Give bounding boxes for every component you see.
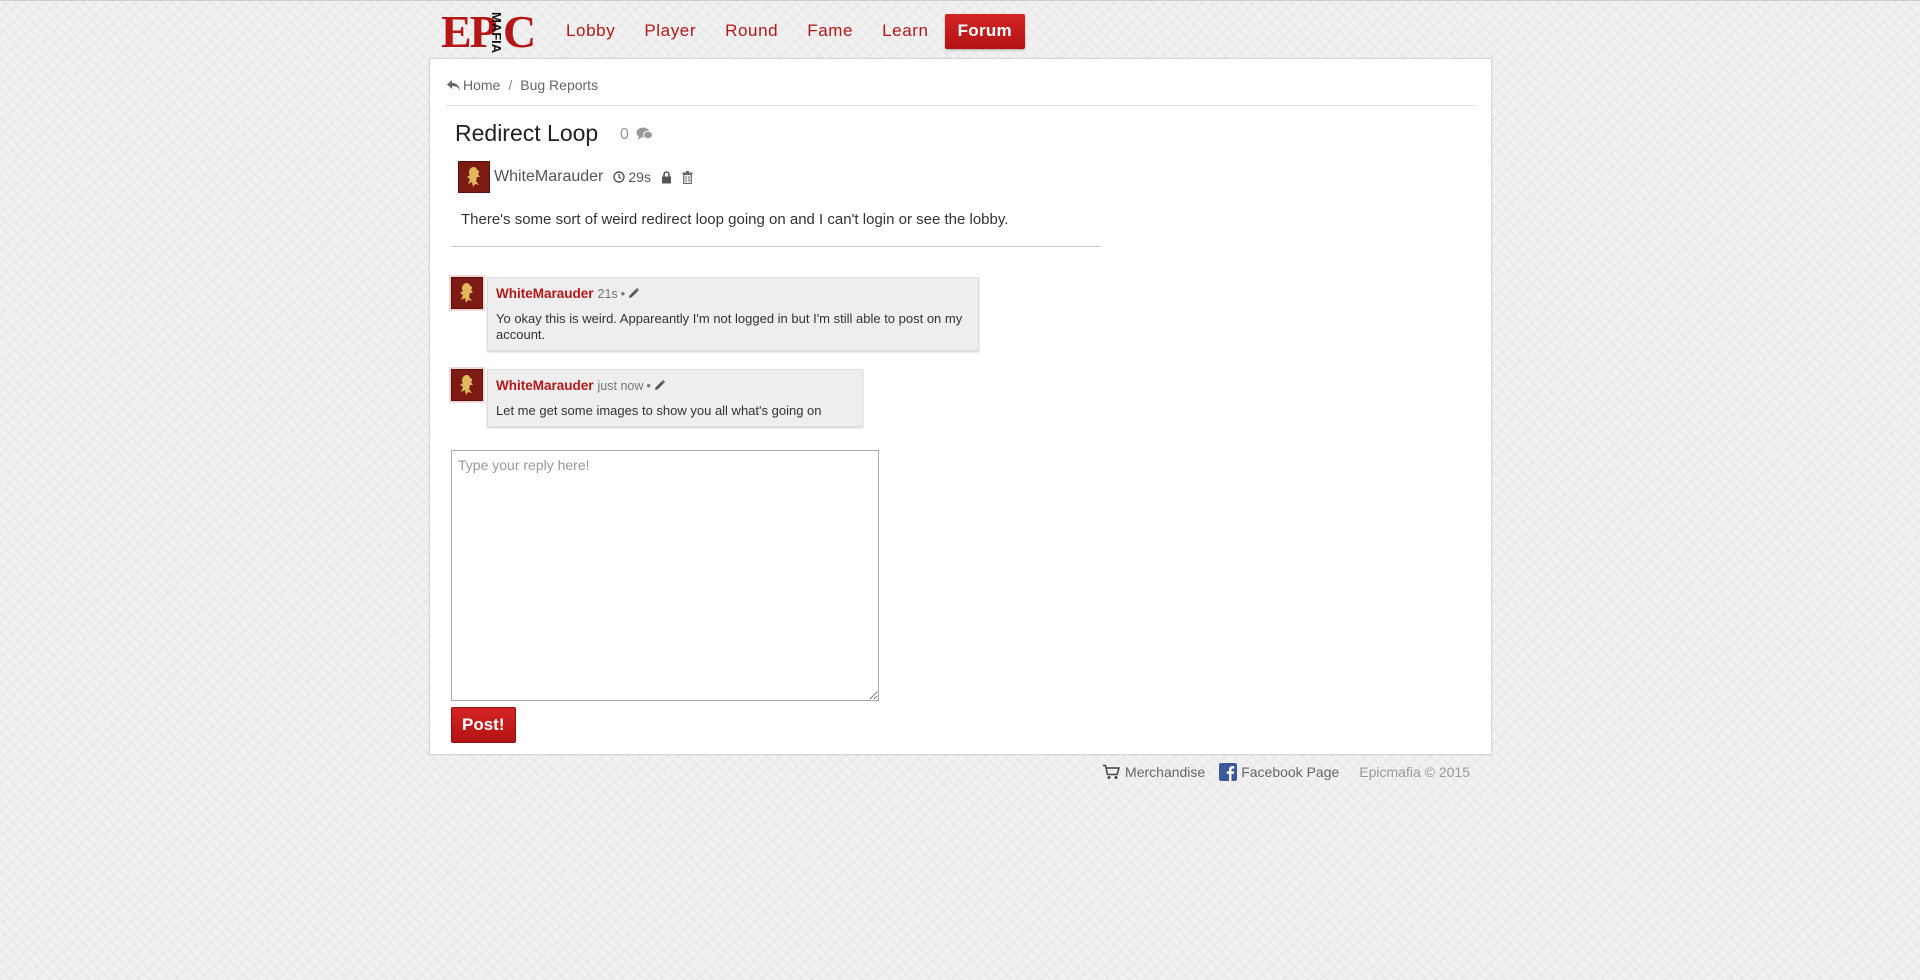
comment-author[interactable]: WhiteMarauder (496, 286, 594, 301)
epicmafia-logo[interactable]: EP MAFIA C (441, 6, 536, 57)
merchandise-link[interactable]: Merchandise (1102, 764, 1205, 780)
comment-time: just now (597, 379, 644, 393)
comment-text: Yo okay this is weird. Appareantly I'm n… (496, 311, 963, 342)
edit-comment-button[interactable] (654, 379, 665, 394)
comment-text: Let me get some images to show you all w… (496, 403, 822, 418)
comment-header: WhiteMarauder just now • (496, 378, 854, 394)
comment-bubble: WhiteMarauder just now • Let me get some i… (487, 369, 863, 427)
comment-time: 21s (597, 287, 618, 301)
comment-bubble: WhiteMarauder 21s • Yo okay this is weird.… (487, 277, 979, 351)
author-avatar[interactable] (458, 161, 490, 193)
logo-c: C (503, 6, 536, 57)
reply-textarea[interactable] (451, 450, 879, 701)
comment-author[interactable]: WhiteMarauder (496, 378, 594, 393)
breadcrumb-separator: / (508, 77, 513, 93)
thread-title: Redirect Loop (455, 120, 599, 146)
edit-comment-button[interactable] (628, 287, 640, 302)
home-back-icon[interactable] (446, 79, 461, 95)
cart-icon (1103, 764, 1121, 779)
comments-icon (636, 127, 654, 140)
comment-count-value: 0 (620, 126, 629, 143)
breadcrumb-bug-reports[interactable]: Bug Reports (520, 77, 598, 93)
delete-button[interactable] (682, 170, 693, 184)
clock-icon (613, 171, 626, 183)
breadcrumb-home[interactable]: Home (463, 77, 500, 93)
comment-separator: • (620, 286, 626, 301)
nav-forum[interactable]: Forum (944, 14, 1025, 49)
lock-icon (661, 170, 671, 183)
pencil-icon (654, 380, 665, 390)
copyright: Epicmafia © 2015 (1359, 764, 1470, 780)
forum-panel: Home / Bug Reports Redirect Loop 0 WhiteMa… (429, 58, 1492, 755)
lion-avatar-icon (460, 374, 473, 395)
top-bar: EP MAFIA C Lobby Player Round Fame Learn… (429, 0, 1492, 58)
comment-separator: • (646, 378, 651, 393)
facebook-link[interactable]: Facebook Page (1219, 763, 1339, 781)
thread-body: There's some sort of weird redirect loop… (461, 211, 1009, 228)
facebook-icon (1219, 763, 1238, 781)
comment-item: WhiteMarauder just now • Let me get some i… (451, 369, 863, 427)
trash-icon (682, 170, 693, 184)
pencil-icon (629, 288, 640, 298)
nav-round[interactable]: Round (712, 14, 791, 49)
facebook-label: Facebook Page (1241, 764, 1340, 780)
nav-fame[interactable]: Fame (794, 14, 866, 49)
breadcrumb: Home / Bug Reports (446, 77, 1476, 106)
logo-mafia: MAFIA (489, 12, 504, 54)
footer: Merchandise Facebook Page Epicmafia © 20… (1088, 763, 1470, 781)
merchandise-label: Merchandise (1125, 764, 1206, 780)
lock-button[interactable] (661, 170, 672, 184)
nav-lobby[interactable]: Lobby (553, 14, 628, 49)
comment-count: 0 (620, 126, 654, 144)
nav-learn[interactable]: Learn (869, 14, 941, 49)
thread-time-value: 29s (628, 169, 651, 185)
page-wrapper: EP MAFIA C Lobby Player Round Fame Learn… (429, 0, 1492, 781)
lion-avatar-icon (467, 166, 480, 187)
thread-divider (451, 246, 1101, 247)
thread-time: 29s (613, 169, 651, 185)
comment-avatar[interactable] (451, 369, 483, 401)
main-nav: Lobby Player Round Fame Learn Forum (553, 14, 1028, 49)
nav-player[interactable]: Player (631, 14, 709, 49)
post-button[interactable]: Post! (451, 707, 516, 743)
comment-avatar[interactable] (451, 277, 483, 309)
thread-meta: WhiteMarauder 29s (458, 161, 693, 193)
comment-item: WhiteMarauder 21s • Yo okay this is weird.… (451, 277, 979, 351)
comment-header: WhiteMarauder 21s • (496, 286, 970, 302)
lion-avatar-icon (460, 282, 473, 303)
thread-author[interactable]: WhiteMarauder (494, 168, 603, 186)
